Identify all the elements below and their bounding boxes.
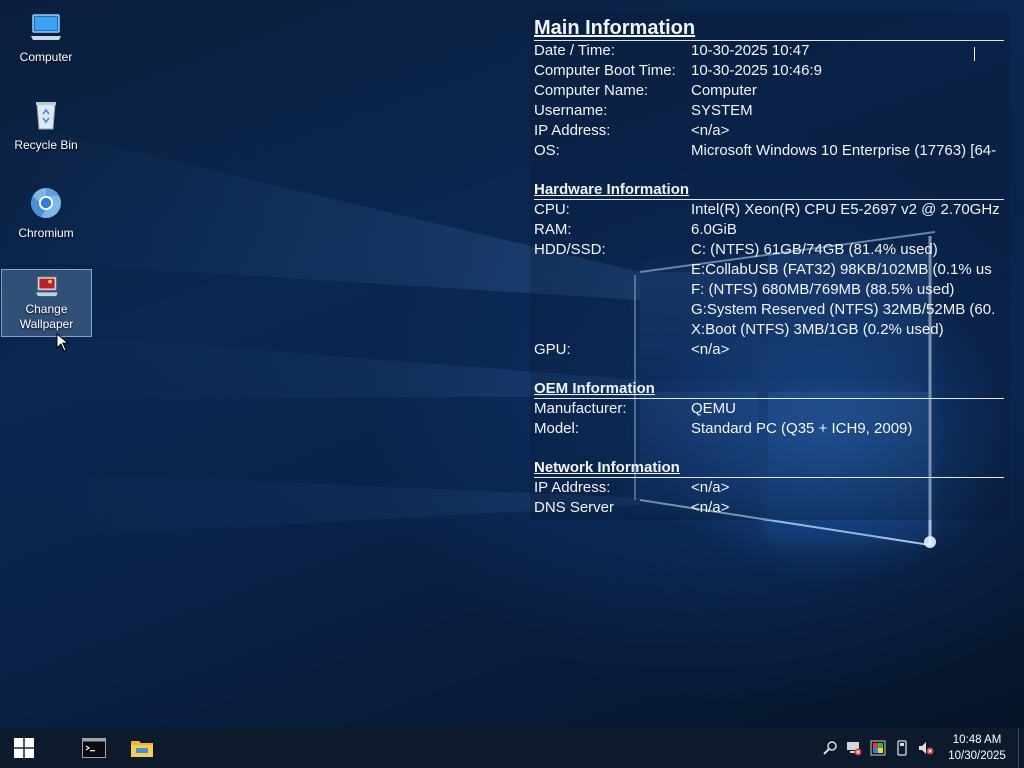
info-row: IP Address: <n/a> [534, 121, 1010, 141]
taskbar-file-explorer[interactable] [118, 728, 166, 768]
desktop-icon-label: Chromium [18, 226, 74, 240]
wallpaper-icon [35, 276, 58, 297]
computer-icon [31, 14, 61, 40]
tray-color[interactable] [866, 728, 890, 768]
info-row: F: (NTFS) 680MB/769MB (88.5% used) [534, 280, 1010, 300]
info-row: Computer Name: Computer [534, 81, 1010, 101]
info-key: Date / Time: [534, 42, 615, 59]
info-value: C: (NTFS) 61GB/74GB (81.4% used) [691, 241, 938, 258]
info-value: 6.0GiB [691, 221, 737, 238]
volume-muted-icon [919, 742, 934, 755]
info-row: RAM: 6.0GiB [534, 220, 1010, 240]
info-row: Username: SYSTEM [534, 101, 1010, 121]
info-row: Model: Standard PC (Q35 + ICH9, 2009) [534, 419, 1010, 439]
desktop-icon-computer[interactable]: Computer [2, 6, 90, 69]
desktop-icon-label: Change Wallpaper [19, 302, 74, 331]
info-value: <n/a> [691, 479, 730, 496]
info-row: IP Address: <n/a> [534, 478, 1010, 498]
system-tray: 10:48 AM 10/30/2025 [818, 728, 1024, 768]
info-key: GPU: [534, 341, 571, 358]
info-value: G:System Reserved (NTFS) 32MB/52MB (60. [691, 301, 996, 318]
command-prompt-icon [82, 738, 106, 758]
info-key: Computer Boot Time: [534, 62, 676, 79]
info-row: HDD/SSD: C: (NTFS) 61GB/74GB (81.4% used) [534, 240, 1010, 260]
info-key [534, 300, 691, 320]
mouse-cursor-icon [56, 333, 70, 352]
info-value: Intel(R) Xeon(R) CPU E5-2697 v2 @ 2.70GH… [691, 201, 1000, 218]
desktop-icon-label: Recycle Bin [14, 138, 78, 152]
info-row: X:Boot (NTFS) 3MB/1GB (0.2% used) [534, 320, 1010, 340]
info-key [534, 280, 691, 300]
info-row: Date / Time: 10-30-2025 10:47 [534, 41, 1010, 61]
info-row: E:CollabUSB (FAT32) 98KB/102MB (0.1% us [534, 260, 1010, 280]
info-value: <n/a> [691, 341, 730, 358]
hardware-info-heading: Hardware Information [534, 181, 1004, 200]
network-info-heading: Network Information [534, 459, 1004, 478]
info-row: Computer Boot Time: 10-30-2025 10:46:9 [534, 61, 1010, 81]
desktop-icon-recycle-bin[interactable]: Recycle Bin [2, 94, 90, 157]
info-key: OS: [534, 142, 560, 159]
start-button[interactable] [0, 728, 48, 768]
info-row: DNS Server <n/a> [534, 498, 1010, 518]
info-key: CPU: [534, 201, 570, 218]
info-key: DNS Server [534, 499, 615, 516]
tray-network[interactable] [842, 728, 866, 768]
info-value: QEMU [691, 400, 736, 417]
info-row: CPU: Intel(R) Xeon(R) CPU E5-2697 v2 @ 2.… [534, 200, 1010, 220]
info-key [534, 320, 691, 340]
clock-time: 10:48 AM [952, 734, 1002, 746]
tray-search[interactable] [818, 728, 842, 768]
info-key: Model: [534, 420, 580, 437]
tray-usb[interactable] [890, 728, 914, 768]
usb-device-icon [897, 740, 907, 756]
taskbar-command-prompt[interactable] [70, 728, 118, 768]
info-value: Microsoft Windows 10 Enterprise (17763) … [691, 142, 997, 159]
show-desktop-button[interactable] [1018, 728, 1024, 768]
info-key: RAM: [534, 221, 572, 238]
main-info-heading: Main Information [534, 16, 1004, 41]
color-palette-icon [870, 740, 886, 756]
info-value: 10-30-2025 10:47 [691, 42, 810, 59]
text-cursor [974, 47, 975, 61]
info-key: Username: [534, 102, 608, 119]
info-key [534, 260, 691, 280]
desktop-icon-label: Computer [19, 50, 73, 64]
info-row: GPU: <n/a> [534, 340, 1010, 360]
desktop-icon-change-wallpaper[interactable]: Change Wallpaper [1, 269, 92, 337]
info-value: E:CollabUSB (FAT32) 98KB/102MB (0.1% us [691, 261, 992, 278]
info-value: SYSTEM [691, 102, 753, 119]
chromium-icon [31, 188, 61, 218]
info-value: <n/a> [691, 122, 730, 139]
info-value: Computer [691, 82, 757, 99]
recycle-bin-icon [36, 102, 56, 130]
info-key: IP Address: [534, 122, 611, 139]
info-key: Manufacturer: [534, 400, 627, 417]
info-key: HDD/SSD: [534, 241, 606, 258]
info-value: <n/a> [691, 499, 730, 516]
info-row: OS: Microsoft Windows 10 Enterprise (1776… [534, 141, 1010, 161]
system-info-panel: Main Information Date / Time: 10-30-2025 … [530, 12, 1010, 520]
windows-start-icon [14, 738, 34, 758]
info-value: Standard PC (Q35 + ICH9, 2009) [691, 420, 913, 437]
clock-date: 10/30/2025 [948, 750, 1006, 762]
network-disconnected-icon [847, 742, 862, 756]
file-explorer-icon [131, 741, 153, 757]
tray-volume[interactable] [914, 728, 938, 768]
info-value: X:Boot (NTFS) 3MB/1GB (0.2% used) [691, 321, 944, 338]
taskbar: 10:48 AM 10/30/2025 [0, 728, 1024, 768]
info-key: IP Address: [534, 479, 611, 496]
info-key: Computer Name: [534, 82, 649, 99]
info-value: F: (NTFS) 680MB/769MB (88.5% used) [691, 281, 955, 298]
desktop[interactable]: Computer Recycle Bin Chromium Change Wal… [0, 0, 1024, 728]
info-row: Manufacturer: QEMU [534, 399, 1010, 419]
info-row: G:System Reserved (NTFS) 32MB/52MB (60. [534, 300, 1010, 320]
taskbar-clock[interactable]: 10:48 AM 10/30/2025 [942, 732, 1012, 764]
oem-info-heading: OEM Information [534, 380, 1004, 399]
desktop-icon-chromium[interactable]: Chromium [2, 182, 90, 245]
info-value: 10-30-2025 10:46:9 [691, 62, 822, 79]
search-tray-icon [823, 741, 837, 755]
